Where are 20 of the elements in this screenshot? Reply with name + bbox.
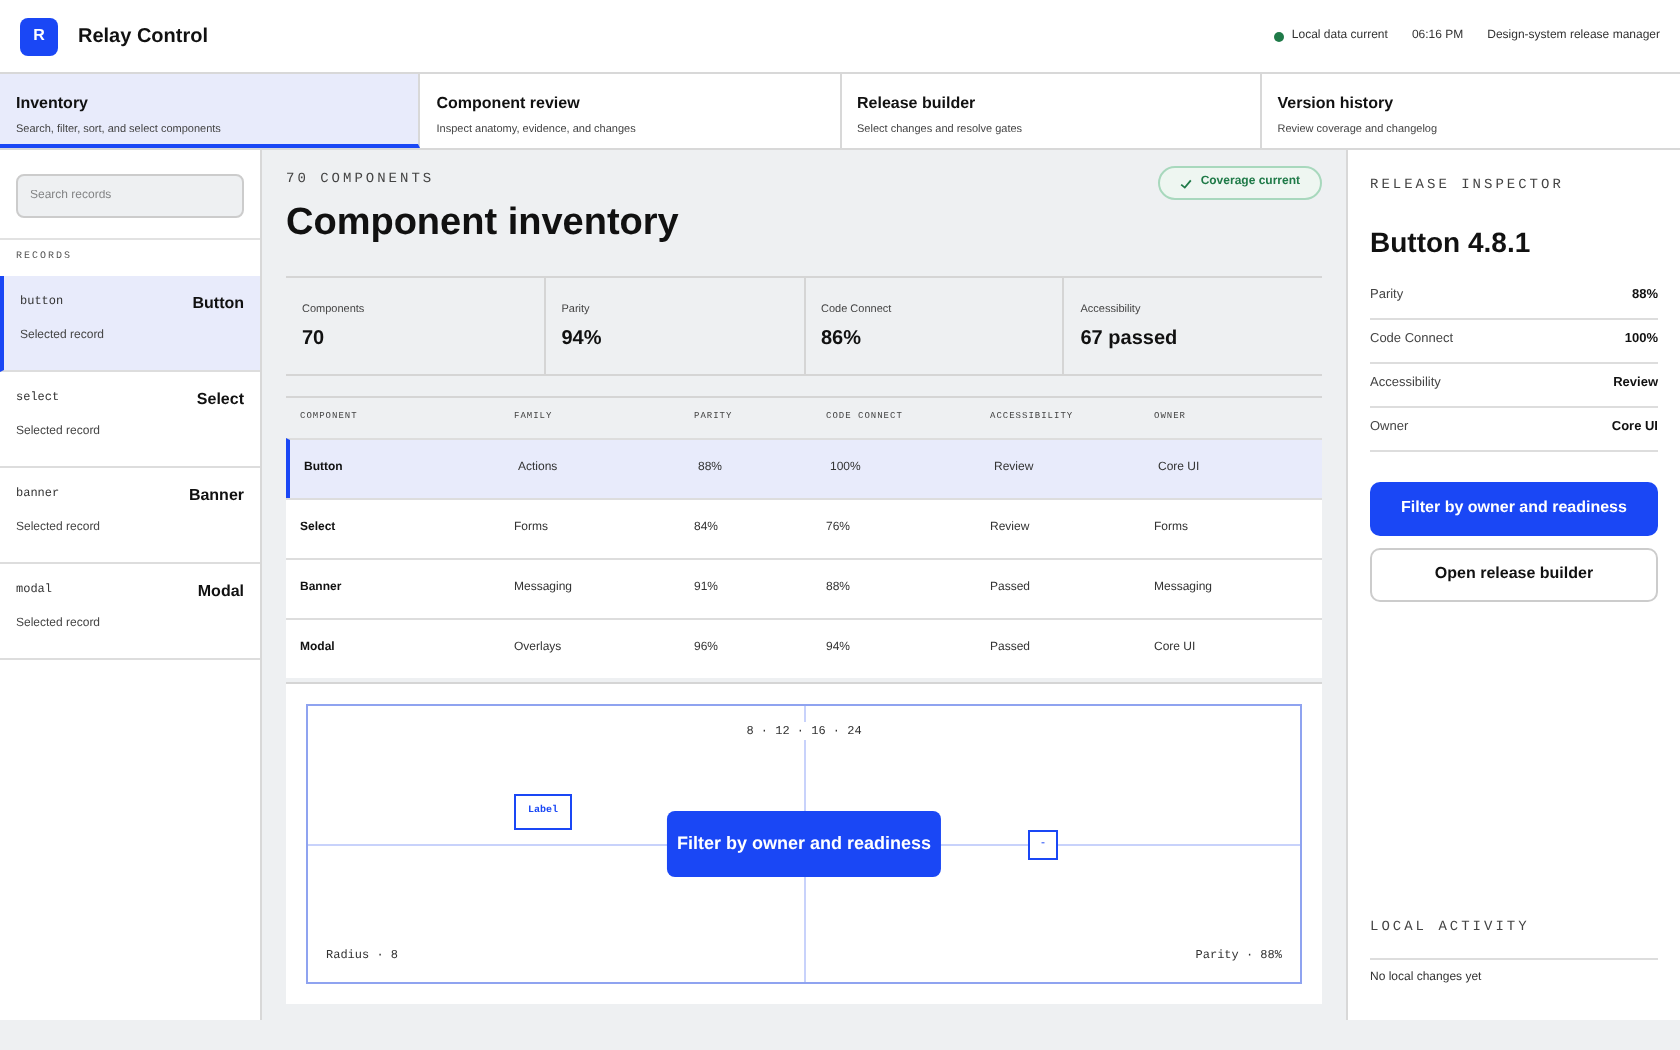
stat-value: 94%: [561, 326, 604, 355]
tab-label: Version history: [1277, 92, 1396, 116]
tab-label: Component review: [436, 92, 582, 116]
open-builder-button[interactable]: Open release builder: [1370, 547, 1658, 601]
page-title: Component inventory: [286, 199, 679, 247]
stat-value: 67 passed: [1080, 326, 1180, 355]
app-logo: R: [20, 17, 58, 55]
sample-button[interactable]: Filter by owner and readiness: [666, 811, 942, 877]
record-name: Banner: [188, 483, 244, 507]
app-title: Relay Control: [78, 23, 209, 51]
record-name: Button: [192, 291, 244, 315]
record-name: Modal: [197, 579, 244, 603]
record-name: Select: [196, 387, 244, 411]
inspector-title: Button 4.8.1: [1370, 223, 1533, 261]
stat-value: 70: [302, 326, 327, 355]
filter-button[interactable]: Filter by owner and readiness: [1370, 481, 1658, 535]
tab-label: Inventory: [16, 92, 91, 116]
check-icon: [1180, 177, 1193, 189]
stat-value: 86%: [821, 326, 864, 355]
tab-label: Release builder: [857, 92, 978, 116]
